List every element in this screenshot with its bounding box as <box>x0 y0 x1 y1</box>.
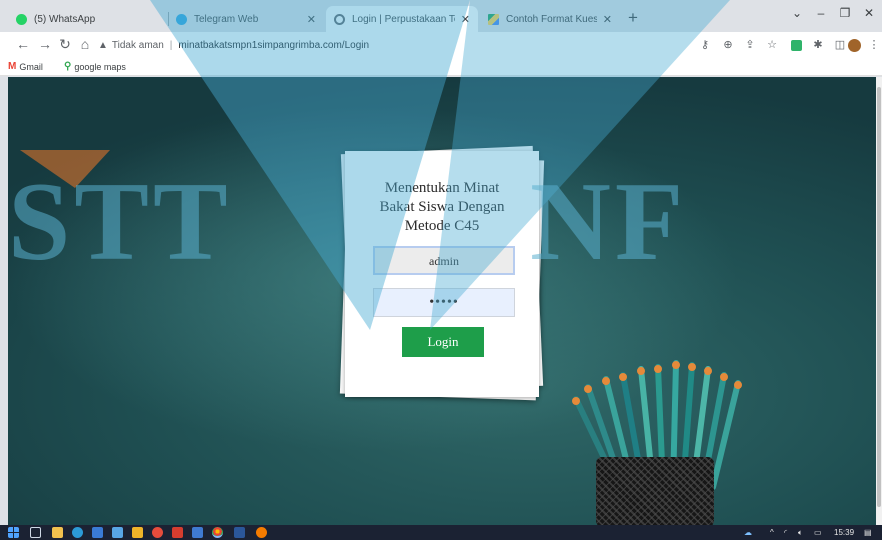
watermark-text-right: NF <box>530 160 688 284</box>
login-title: Menentukan Minat Bakat Siswa Dengan Meto… <box>345 179 539 236</box>
edge-icon[interactable] <box>72 527 83 538</box>
login-title-line: Metode C45 <box>404 218 480 234</box>
firefox-icon[interactable] <box>256 527 267 538</box>
back-arrow-icon[interactable]: ← <box>14 35 32 53</box>
close-window-button[interactable]: ✕ <box>858 6 880 20</box>
notification-icon[interactable]: ▤ <box>864 527 872 538</box>
chrome-icon[interactable] <box>212 527 223 538</box>
bookmark-label: google maps <box>74 61 126 72</box>
pencil-cup <box>596 457 714 525</box>
url-text[interactable]: minatbakatsmpn1simpangrimba.com/Login <box>178 40 369 51</box>
sticky-notes-icon[interactable] <box>132 527 143 538</box>
volume-icon[interactable]: 🔈︎ <box>798 527 803 538</box>
windows-start-icon[interactable] <box>8 527 19 538</box>
wifi-icon[interactable]: ◜ <box>784 527 787 538</box>
page-scrollbar[interactable] <box>876 77 882 525</box>
tab-login-active[interactable]: Login | Perpustakaan Teknik ✕ <box>326 6 478 32</box>
tab-search-button[interactable]: ⌄ <box>786 6 808 20</box>
username-input[interactable]: admin <box>373 246 515 275</box>
tab-title: (5) WhatsApp <box>34 13 96 25</box>
windows-taskbar: ☁ ^ ◜ 🔈︎ ▭ 15:39 ▤ <box>0 525 882 540</box>
whatsapp-icon <box>16 13 27 25</box>
restore-button[interactable]: ❐ <box>834 6 856 20</box>
reload-icon[interactable]: ↻ <box>56 35 74 53</box>
extension-icon[interactable] <box>788 37 804 53</box>
powerpoint-icon[interactable] <box>172 527 183 538</box>
clock-time[interactable]: 15:39 <box>834 527 854 538</box>
opera-icon[interactable] <box>152 527 163 538</box>
battery-icon[interactable]: ▭ <box>814 527 822 538</box>
new-tab-button[interactable]: + <box>622 8 644 28</box>
scrollbar-thumb[interactable] <box>877 87 881 507</box>
close-icon[interactable]: ✕ <box>307 13 316 26</box>
security-label[interactable]: Tidak aman <box>112 40 164 51</box>
telegram-icon <box>176 13 187 25</box>
drive-icon <box>488 13 499 25</box>
tab-title: Login | Perpustakaan Teknik <box>352 13 455 25</box>
star-icon[interactable]: ☆ <box>764 37 780 53</box>
close-icon[interactable]: ✕ <box>461 13 470 26</box>
chevron-up-icon[interactable]: ^ <box>770 527 774 538</box>
tab-telegram[interactable]: Telegram Web ✕ <box>168 6 324 32</box>
mail-icon[interactable] <box>112 527 123 538</box>
bookmark-google-maps[interactable]: ⚲ google maps <box>64 61 126 72</box>
photos-icon[interactable] <box>192 527 203 538</box>
page-background: Menentukan Minat Bakat Siswa Dengan Meto… <box>8 77 876 525</box>
bookmarks-bar: M Gmail ⚲ google maps <box>0 58 882 76</box>
password-input[interactable]: ••••• <box>373 288 515 317</box>
file-explorer-icon[interactable] <box>52 527 63 538</box>
tab-title: Telegram Web <box>194 13 259 25</box>
profile-icon[interactable] <box>846 37 862 53</box>
browser-toolbar: ← → ↻ ⌂ ▲ Tidak aman | minatbakatsmpn1si… <box>0 32 882 58</box>
tab-kuesioner[interactable]: Contoh Format Kuesioner Angke ✕ <box>480 6 620 32</box>
maps-icon: ⚲ <box>64 61 72 72</box>
warning-icon: ▲ <box>98 39 108 51</box>
login-card: Menentukan Minat Bakat Siswa Dengan Meto… <box>345 151 539 397</box>
share-icon[interactable]: ⇪ <box>742 37 758 53</box>
key-icon[interactable]: ⚷ <box>697 37 713 53</box>
home-icon[interactable]: ⌂ <box>76 35 94 53</box>
menu-icon[interactable]: ⋮ <box>866 37 882 53</box>
globe-icon <box>334 13 345 25</box>
bookmark-label: Gmail <box>19 61 43 72</box>
tab-whatsapp[interactable]: (5) WhatsApp ✕ <box>8 6 194 32</box>
word-icon[interactable] <box>234 527 245 538</box>
puzzle-icon[interactable]: ✱ <box>810 37 826 53</box>
weather-icon[interactable]: ☁ <box>744 527 752 538</box>
forward-arrow-icon[interactable]: → <box>36 35 54 53</box>
address-bar[interactable]: ▲ Tidak aman | minatbakatsmpn1simpangrim… <box>98 36 688 54</box>
tab-title: Contoh Format Kuesioner Angke <box>506 13 597 25</box>
divider: | <box>169 39 173 51</box>
install-icon[interactable]: ⊕ <box>720 37 736 53</box>
watermark-text-left: STT <box>8 160 232 284</box>
login-title-line: Bakat Siswa Dengan <box>379 199 505 215</box>
bookmark-gmail[interactable]: M Gmail <box>8 61 43 72</box>
login-button[interactable]: Login <box>402 327 484 357</box>
store-icon[interactable] <box>92 527 103 538</box>
login-title-line: Menentukan Minat <box>384 180 500 196</box>
minimize-button[interactable]: – <box>810 6 832 20</box>
close-icon[interactable]: ✕ <box>603 13 612 26</box>
task-view-icon[interactable] <box>30 527 41 538</box>
gmail-icon: M <box>8 61 17 72</box>
tab-strip: (5) WhatsApp ✕ Telegram Web ✕ Login | Pe… <box>0 0 882 32</box>
